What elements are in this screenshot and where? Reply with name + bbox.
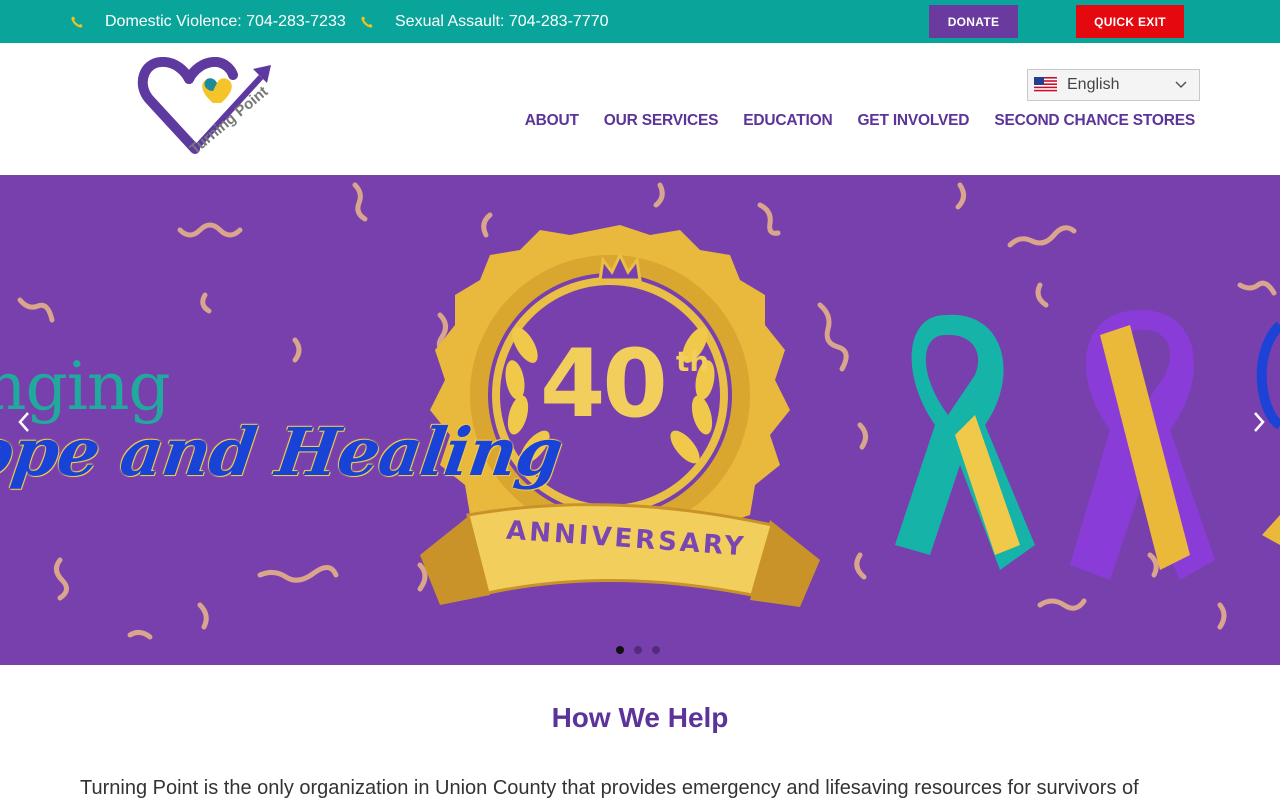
- site-header: Turning Point English ABOUT OUR SERVICES…: [0, 43, 1280, 175]
- quick-exit-button[interactable]: QUICK EXIT: [1076, 5, 1184, 38]
- badge-number: 40: [540, 330, 668, 439]
- slider-dot-2[interactable]: [634, 646, 642, 654]
- slider-prev-arrow-icon[interactable]: [12, 407, 36, 437]
- chevron-down-icon: [1175, 81, 1187, 89]
- sexual-assault-hotline-label[interactable]: Sexual Assault: 704-283-7770: [395, 13, 608, 31]
- nav-second-chance-stores[interactable]: SECOND CHANCE STORES: [994, 112, 1195, 130]
- nav-our-services[interactable]: OUR SERVICES: [604, 112, 719, 130]
- badge-suffix: th: [676, 345, 710, 378]
- slider-dot-3[interactable]: [652, 646, 660, 654]
- slider-next-arrow-icon[interactable]: [1247, 407, 1271, 437]
- logo-text: Turning Point: [187, 83, 272, 158]
- phone-icon: [361, 15, 373, 28]
- donate-button[interactable]: DONATE: [929, 5, 1018, 38]
- domestic-violence-hotline[interactable]: Domestic Violence: 704-283-7233: [70, 0, 346, 43]
- awareness-ribbon-teal: [895, 314, 1035, 570]
- hero-slider: nging ope and Healing 40 th ANNIVERSARY: [0, 175, 1280, 665]
- awareness-ribbon-purple: [1070, 310, 1215, 580]
- language-selected: English: [1067, 76, 1120, 93]
- how-we-help-heading: How We Help: [551, 702, 729, 733]
- slider-dot-1[interactable]: [616, 646, 624, 654]
- nav-education[interactable]: EDUCATION: [743, 112, 832, 130]
- nav-get-involved[interactable]: GET INVOLVED: [857, 112, 969, 130]
- hero-headline-line-2: ope and Healing: [0, 413, 567, 491]
- us-flag-icon: [1034, 77, 1057, 93]
- domestic-violence-hotline-label[interactable]: Domestic Violence: 704-283-7233: [105, 13, 346, 31]
- nav-about[interactable]: ABOUT: [525, 112, 579, 130]
- main-navigation: ABOUT OUR SERVICES EDUCATION GET INVOLVE…: [500, 112, 1196, 130]
- sexual-assault-hotline[interactable]: Sexual Assault: 704-283-7770: [360, 0, 608, 43]
- turning-point-logo[interactable]: Turning Point: [137, 57, 279, 159]
- intro-paragraph: Turning Point is the only organization i…: [80, 777, 1139, 799]
- language-selector[interactable]: English: [1027, 69, 1200, 101]
- top-contact-bar: Domestic Violence: 704-283-7233 Sexual A…: [0, 0, 1280, 43]
- slider-pagination: [616, 646, 660, 654]
- phone-icon: [71, 15, 83, 28]
